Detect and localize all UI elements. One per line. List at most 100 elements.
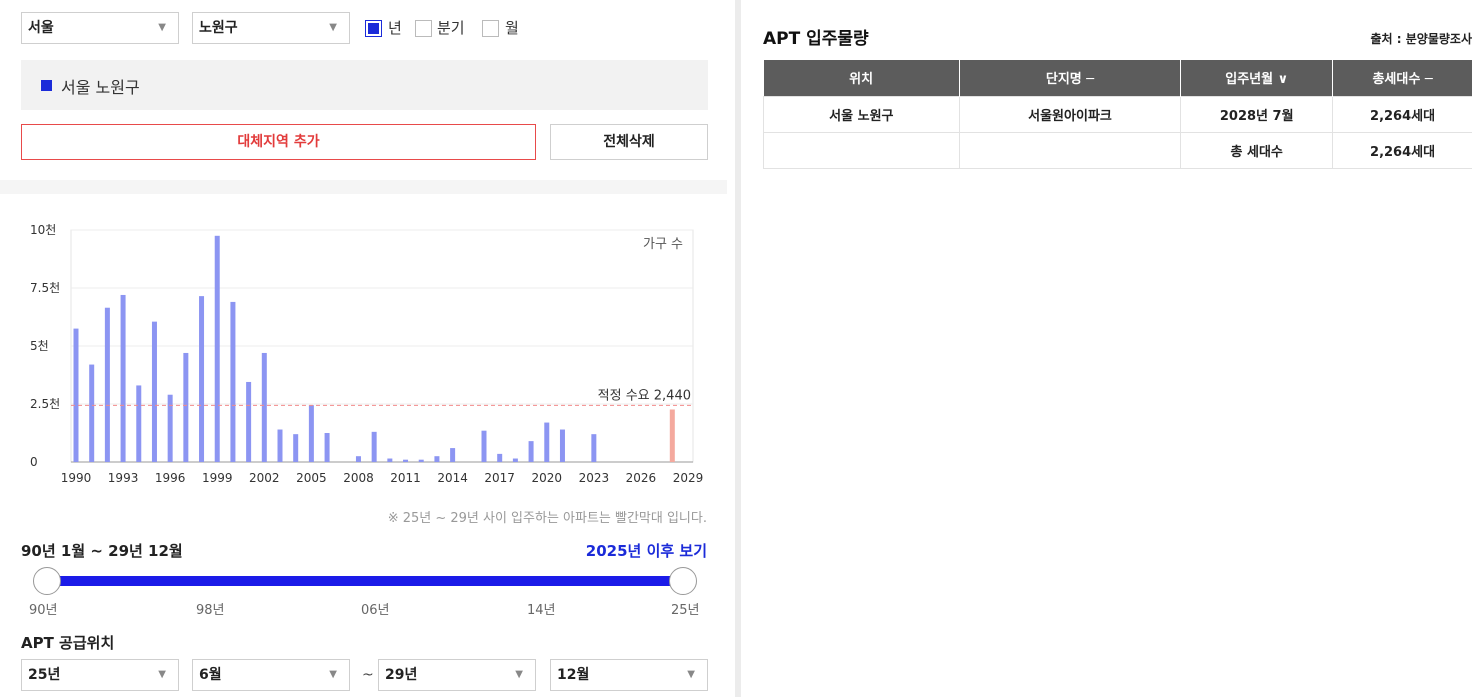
range-tick: 90년 — [29, 603, 58, 618]
bar — [167, 394, 173, 462]
start-month-value: 6월 — [199, 667, 222, 683]
bar — [73, 328, 79, 462]
column-header-move-in[interactable]: 입주년월 ∨ — [1180, 60, 1334, 96]
x-tick-label: 2005 — [296, 471, 327, 485]
bar — [387, 458, 393, 462]
column-header-complex[interactable]: 단지명 ─ — [959, 60, 1182, 96]
cell-location — [763, 131, 960, 169]
cell-location: 서울 노원구 — [763, 95, 960, 133]
bar — [403, 459, 409, 462]
district-select[interactable]: 노원구 ▼ — [192, 12, 350, 44]
city-select-value: 서울 — [28, 20, 54, 36]
bar — [89, 364, 95, 462]
range-title: 90년 1월 ~ 29년 12월 — [21, 542, 183, 560]
y-tick-label: 10천 — [30, 222, 56, 237]
supply-bar-chart: 10천 7.5천 5천 2.5천 0 1990 1993 1996 1999 2002 2005 20… — [30, 222, 703, 485]
range-tick: 25년 — [671, 603, 700, 618]
supply-table-title: APT 입주물량 — [763, 29, 869, 49]
bar — [230, 301, 236, 462]
x-tick-label: 1996 — [155, 471, 186, 485]
highlight-bar — [669, 409, 675, 462]
period-month-checkbox[interactable] — [482, 20, 499, 37]
bar — [199, 296, 205, 462]
start-month-select[interactable]: 6월 ▼ — [192, 659, 350, 691]
bar — [355, 456, 361, 462]
y-tick-label: 7.5천 — [30, 280, 60, 295]
range-tick: 14년 — [527, 603, 556, 618]
after-2025-link[interactable]: 2025년 이후 보기 — [586, 540, 707, 561]
cell-total-units: 2,264세대 — [1332, 131, 1472, 169]
bar — [120, 294, 126, 462]
chevron-down-icon: ▼ — [329, 22, 337, 33]
x-tick-label: 2017 — [484, 471, 515, 485]
range-separator: ~ — [362, 667, 374, 683]
x-tick-label: 2020 — [531, 471, 562, 485]
start-year-value: 25년 — [28, 667, 61, 683]
section-divider — [0, 180, 727, 194]
chevron-down-icon: ▼ — [158, 669, 166, 680]
series-label: 가구 수 — [643, 237, 683, 252]
column-header-units[interactable]: 총세대수 ─ — [1332, 60, 1472, 96]
period-quarter-checkbox[interactable] — [415, 20, 432, 37]
clear-all-button[interactable]: 전체삭제 — [550, 124, 708, 160]
table-total-row: 총 세대수 2,264세대 — [763, 131, 1472, 169]
bar — [591, 434, 597, 462]
range-slider-end-handle[interactable] — [669, 567, 697, 595]
chevron-down-icon: ▼ — [329, 669, 337, 680]
period-year-checkbox[interactable] — [365, 20, 382, 37]
bar — [481, 430, 487, 462]
data-source: 출처 : 분양물량조사 — [1370, 32, 1472, 46]
x-tick-label: 2011 — [390, 471, 421, 485]
supply-position-title: APT 공급위치 — [21, 634, 115, 652]
selected-region-box: 서울 노원구 — [21, 60, 708, 110]
bar — [277, 429, 283, 462]
bar — [512, 458, 518, 462]
selected-region-label[interactable]: 서울 노원구 — [61, 74, 140, 98]
x-tick-label: 1990 — [61, 471, 92, 485]
period-quarter-label: 분기 — [437, 19, 465, 37]
table-row[interactable]: 서울 노원구 서울원아이파크 2028년 7월 2,264세대 — [763, 95, 1472, 133]
cell-units: 2,264세대 — [1332, 95, 1472, 133]
range-slider-start-handle[interactable] — [33, 567, 61, 595]
chevron-down-icon: ▼ — [158, 22, 166, 33]
x-tick-label: 2026 — [626, 471, 657, 485]
bar — [104, 307, 110, 462]
supply-table: 위치 단지명 ─ 입주년월 ∨ 총세대수 ─ 서울 노원구 서울원아이파크 20… — [763, 60, 1472, 169]
cell-total-label: 총 세대수 — [1180, 131, 1334, 169]
bar — [261, 352, 267, 462]
bar — [528, 441, 534, 462]
y-tick-label: 5천 — [30, 338, 49, 353]
district-select-value: 노원구 — [199, 20, 238, 36]
range-tick: 98년 — [196, 603, 225, 618]
city-select[interactable]: 서울 ▼ — [21, 12, 179, 44]
y-tick-label: 0 — [30, 455, 38, 469]
start-year-select[interactable]: 25년 ▼ — [21, 659, 179, 691]
chart-note: ※ 25년 ~ 29년 사이 입주하는 아파트는 빨간막대 입니다. — [387, 511, 707, 526]
bar — [136, 385, 142, 462]
chevron-down-icon: ▼ — [515, 669, 523, 680]
column-header-location[interactable]: 위치 — [763, 60, 960, 96]
end-month-value: 12월 — [557, 667, 590, 683]
y-tick-label: 2.5천 — [30, 396, 60, 411]
bar — [434, 456, 440, 462]
end-year-select[interactable]: 29년 ▼ — [378, 659, 536, 691]
bar — [214, 235, 220, 462]
end-year-value: 29년 — [385, 667, 418, 683]
end-month-select[interactable]: 12월 ▼ — [550, 659, 708, 691]
x-tick-label: 2014 — [437, 471, 468, 485]
bar — [183, 352, 189, 462]
add-region-button[interactable]: 대체지역 추가 — [21, 124, 536, 160]
x-tick-label: 2023 — [579, 471, 610, 485]
left-panel: 서울 ▼ 노원구 ▼ 년 분기 월 서울 노원구 대체지역 추가 전체삭제 10… — [0, 0, 727, 697]
right-panel: APT 입주물량 출처 : 분양물량조사 위치 단지명 ─ 입주년월 ∨ 총세대… — [741, 0, 1472, 697]
bar — [450, 448, 456, 462]
bar — [293, 434, 299, 462]
bar — [497, 453, 503, 462]
bar — [246, 381, 252, 462]
period-month-label: 월 — [505, 19, 519, 37]
bar — [418, 459, 424, 462]
range-tick: 06년 — [361, 603, 390, 618]
x-tick-label: 2008 — [343, 471, 374, 485]
bar — [324, 433, 330, 462]
range-slider-track[interactable] — [47, 576, 683, 586]
